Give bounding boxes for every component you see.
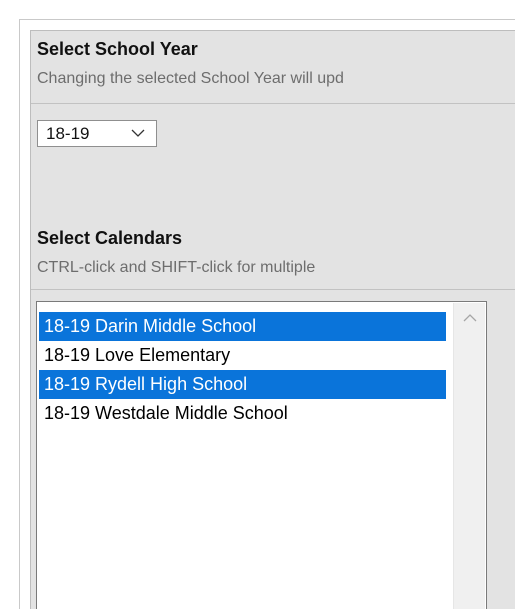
section-divider bbox=[31, 103, 515, 104]
calendar-selection-section: Select School Year Changing the selected… bbox=[30, 30, 515, 609]
calendars-listbox[interactable]: 18-19 Darin Middle School 18-19 Love Ele… bbox=[36, 301, 487, 609]
calendars-heading: Select Calendars bbox=[37, 228, 183, 248]
calendar-option[interactable]: 18-19 Love Elementary bbox=[39, 341, 446, 370]
school-year-description: Changing the selected School Year will u… bbox=[37, 70, 344, 87]
chevron-up-icon[interactable] bbox=[463, 313, 477, 323]
chevron-down-icon bbox=[131, 129, 145, 137]
calendars-list: 18-19 Darin Middle School 18-19 Love Ele… bbox=[39, 312, 446, 428]
calendar-option[interactable]: 18-19 Rydell High School bbox=[39, 370, 446, 399]
section-divider bbox=[31, 289, 515, 290]
school-year-select-value: 18-19 bbox=[46, 124, 90, 143]
report-options-panel: Select School Year Changing the selected… bbox=[19, 19, 515, 609]
school-year-heading: Select School Year bbox=[37, 39, 198, 59]
page-background: Select School Year Changing the selected… bbox=[0, 0, 515, 609]
calendar-option[interactable]: 18-19 Darin Middle School bbox=[39, 312, 446, 341]
listbox-scrollbar[interactable] bbox=[453, 303, 485, 609]
calendars-description: CTRL-click and SHIFT-click for multiple bbox=[37, 259, 316, 276]
school-year-select[interactable]: 18-19 bbox=[37, 120, 157, 147]
calendar-option[interactable]: 18-19 Westdale Middle School bbox=[39, 399, 446, 428]
